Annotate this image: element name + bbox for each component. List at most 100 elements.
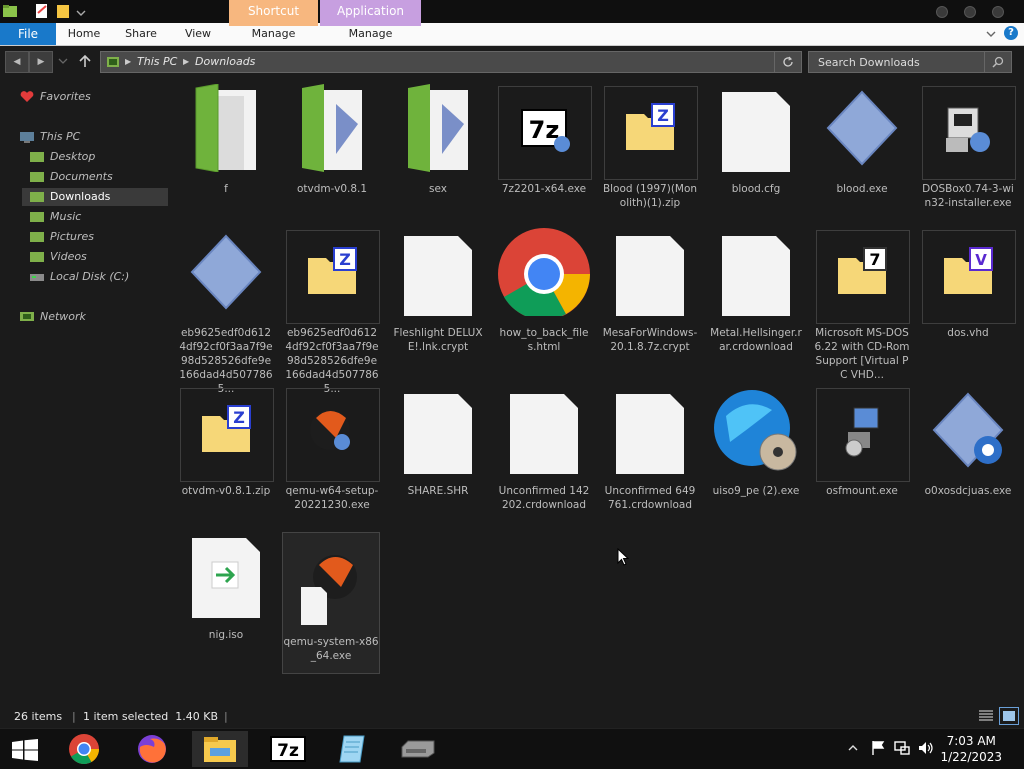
shortcut-tools-label: Shortcut Tools (247, 4, 300, 41)
details-view-icon[interactable] (978, 709, 994, 723)
file-item[interactable]: blood.cfg (708, 80, 804, 220)
installer-icon (946, 107, 990, 152)
file-item[interactable]: how_to_back_files.html (496, 224, 592, 364)
item-count: 26 items (14, 710, 63, 723)
file-item[interactable]: Metal.Hellsinger.rar.crdownload (708, 224, 804, 364)
tab-home[interactable]: Home (62, 23, 106, 45)
nav-this-pc[interactable]: This PC (20, 128, 160, 146)
file-item[interactable]: osfmount.exe (814, 382, 910, 522)
start-button[interactable] (0, 731, 48, 767)
7zip-icon: 7z (270, 736, 306, 762)
nav-downloads[interactable]: Downloads (22, 188, 168, 206)
taskbar-notepad[interactable] (324, 731, 380, 767)
properties-icon[interactable] (34, 3, 50, 19)
file-item[interactable]: nig.iso (178, 526, 274, 666)
ultraiso-icon (714, 390, 797, 471)
nav-local-disk[interactable]: Local Disk (C:) (30, 268, 160, 286)
svg-text:Z: Z (657, 106, 669, 125)
nav-pictures[interactable]: Pictures (30, 228, 160, 246)
file-item[interactable]: eb9625edf0d6124df92cf0f3aa7f9e98d528526d… (178, 224, 274, 395)
chevron-down-icon[interactable] (76, 3, 86, 19)
vhd-archive-icon: V (944, 247, 993, 294)
tab-share[interactable]: Share (118, 23, 164, 45)
search-button[interactable] (984, 52, 1011, 72)
maximize-button[interactable] (964, 6, 976, 18)
file-item[interactable]: uiso9_pe (2).exe (708, 382, 804, 522)
file-item[interactable]: Z eb9625edf0d6124df92cf0f3aa7f9e98d52852… (284, 224, 380, 395)
selection-info: 1 item selected 1.40 KB (83, 710, 219, 723)
network-icon[interactable] (894, 740, 910, 756)
clock-date: 1/22/2023 (940, 750, 1002, 764)
file-item[interactable]: f (178, 80, 274, 220)
file-item[interactable]: 7 Microsoft MS-DOS 6.22 with CD-Rom Supp… (814, 224, 910, 381)
file-item[interactable]: sex (390, 80, 486, 220)
file-item[interactable]: SHARE.SHR (390, 382, 486, 522)
file-item[interactable]: qemu-w64-setup-20221230.exe (284, 382, 380, 522)
blank-file-icon (722, 236, 790, 316)
nav-favorites[interactable]: Favorites (20, 88, 160, 106)
clock[interactable]: 7:03 AM 1/22/2023 (940, 733, 1002, 765)
tab-manage-application[interactable]: Manage (320, 23, 421, 45)
taskbar-chrome[interactable] (56, 731, 112, 767)
new-folder-icon[interactable] (56, 3, 72, 19)
file-tab[interactable]: File (0, 23, 56, 45)
file-item[interactable]: DOSBox0.74-3-win32-installer.exe (920, 80, 1016, 220)
refresh-button[interactable] (774, 52, 801, 72)
flag-icon[interactable] (870, 740, 886, 756)
qemu-installer-icon (310, 410, 350, 450)
minimize-button[interactable] (936, 6, 948, 18)
file-item[interactable]: Unconfirmed 142202.crdownload (496, 382, 592, 522)
7z-archive-icon: 7 (838, 247, 887, 294)
taskbar-drive[interactable] (390, 731, 446, 767)
tab-manage-shortcut[interactable]: Manage (229, 23, 318, 45)
ribbon-tabs: File Home Share View Manage Manage ? (0, 23, 1024, 46)
zip-archive-icon: Z (308, 247, 357, 294)
chevron-up-icon[interactable] (848, 740, 858, 756)
file-item[interactable]: Unconfirmed 649761.crdownload (602, 382, 698, 522)
volume-icon[interactable] (918, 740, 934, 756)
file-item-selected[interactable]: qemu-system-x86_64.exe (282, 532, 380, 674)
forward-button[interactable]: ▶ (29, 51, 53, 73)
search-input[interactable] (809, 52, 979, 72)
recent-locations-icon[interactable] (58, 57, 68, 65)
back-button[interactable]: ◀ (5, 51, 29, 73)
file-item[interactable]: 7z 7z2201-x64.exe (496, 80, 592, 220)
executable-icon (190, 234, 262, 310)
this-pc-icon (20, 132, 34, 143)
file-item[interactable]: blood.exe (814, 80, 910, 220)
taskbar-7zip[interactable]: 7z (260, 731, 316, 767)
blank-file-icon (404, 394, 472, 474)
nav-network[interactable]: Network (20, 308, 160, 326)
nav-desktop[interactable]: Desktop (30, 148, 160, 166)
desktop-icon (30, 152, 44, 162)
up-arrow-icon[interactable] (78, 54, 92, 68)
file-item[interactable]: V dos.vhd (920, 224, 1016, 364)
file-item[interactable]: Z otvdm-v0.8.1.zip (178, 382, 274, 522)
videos-icon (30, 252, 44, 262)
nav-videos[interactable]: Videos (30, 248, 160, 266)
file-item[interactable]: MesaForWindows-20.1.8.7z.crypt (602, 224, 698, 364)
taskbar-file-explorer[interactable] (192, 731, 248, 767)
nav-documents[interactable]: Documents (30, 168, 160, 186)
file-item[interactable]: Z Blood (1997)(Monolith)(1).zip (602, 80, 698, 220)
file-item[interactable]: otvdm-v0.8.1 (284, 80, 380, 220)
file-item[interactable]: o0xosdcjuas.exe (920, 382, 1016, 522)
breadcrumb-this-pc[interactable]: This PC (137, 52, 177, 72)
title-bar: Shortcut Tools Application Tools (0, 0, 1024, 41)
nav-music[interactable]: Music (30, 208, 160, 226)
executable-icon (826, 90, 898, 166)
svg-text:7: 7 (869, 250, 880, 269)
expand-ribbon-icon[interactable] (986, 29, 996, 39)
executable-icon (932, 392, 1004, 468)
breadcrumb-downloads[interactable]: Downloads (195, 52, 255, 72)
svg-text:V: V (975, 251, 987, 269)
taskbar-firefox[interactable] (124, 731, 180, 767)
navigation-pane: Favorites This PC Desktop Documents Down… (0, 80, 168, 700)
help-icon[interactable]: ? (1004, 26, 1018, 40)
drive-icon (401, 740, 435, 758)
large-icons-view-button[interactable] (999, 707, 1019, 725)
file-item[interactable]: Fleshlight DELUXE!.lnk.crypt (390, 224, 486, 364)
tab-view[interactable]: View (176, 23, 220, 45)
address-bar[interactable]: ▶ This PC ▶ Downloads (100, 51, 802, 73)
close-button[interactable] (992, 6, 1004, 18)
